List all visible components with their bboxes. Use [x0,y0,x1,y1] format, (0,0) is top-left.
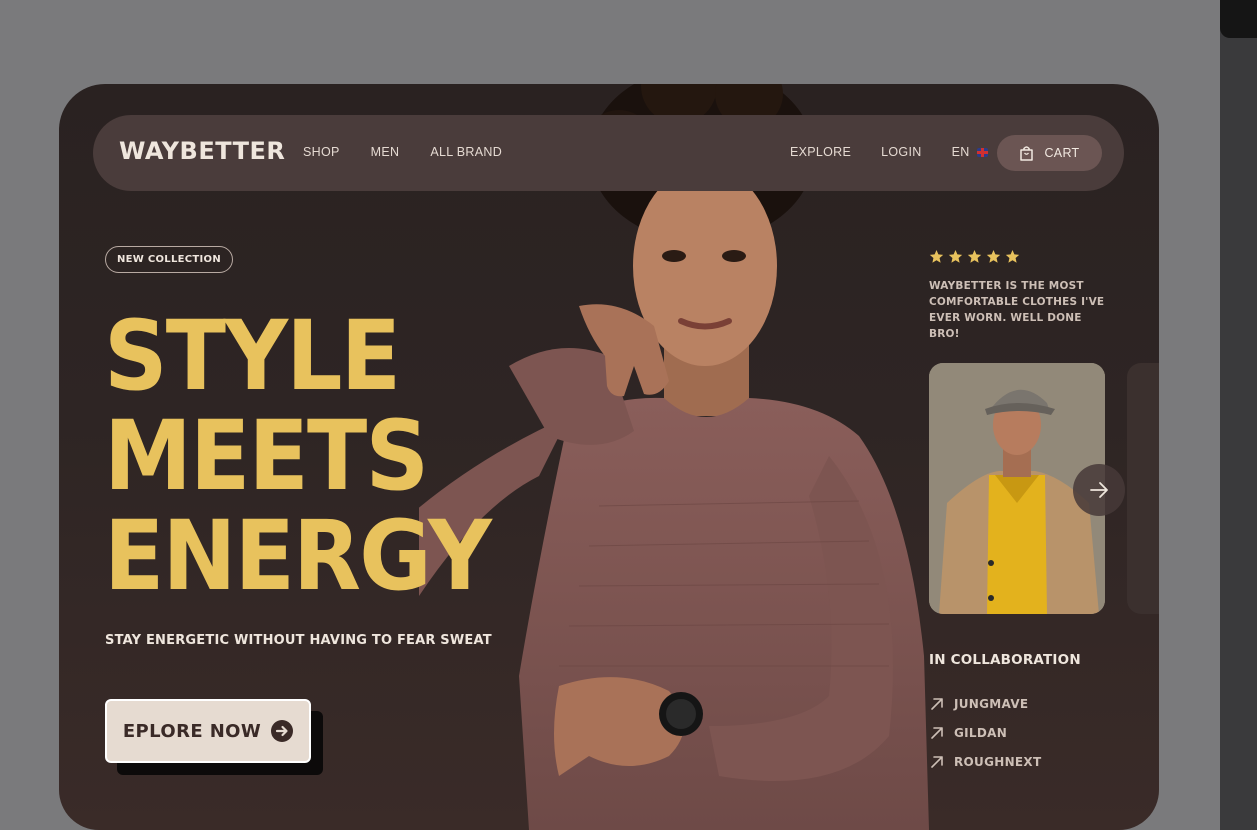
next-thumbnail-peek[interactable] [1127,363,1159,614]
hero-model-image [419,84,929,830]
side-panel [1220,0,1257,830]
hero-headline: STYLE MEETS ENERGY [104,300,492,612]
hero-card: WAYBETTER SHOP MEN ALL BRAND EXPLORE LOG… [59,84,1159,830]
uk-flag-icon [976,147,988,157]
collab-label: JUNGMAVE [954,696,1029,711]
collab-item-roughnext[interactable]: ROUGHNEXT [929,747,1041,776]
star-icon [1005,249,1020,263]
nav-left-links: SHOP MEN ALL BRAND [303,145,502,159]
arrow-up-right-icon [931,755,943,768]
new-collection-badge: NEW COLLECTION [105,246,233,273]
collab-label: GILDAN [954,725,1008,740]
collaboration-list: JUNGMAVE GILDAN ROUGHNEXT [929,689,1041,776]
explore-now-button[interactable]: EPLORE NOW [105,699,311,763]
language-label: EN [951,145,970,159]
cart-label: CART [1044,146,1080,160]
collab-label: ROUGHNEXT [954,754,1042,769]
collab-item-gildan[interactable]: GILDAN [929,718,1041,747]
nav-right-links: EXPLORE LOGIN EN [790,145,988,159]
nav-link-all-brand[interactable]: ALL BRAND [430,145,502,159]
collab-item-jungmave[interactable]: JUNGMAVE [929,689,1041,718]
collaboration-title: IN COLLABORATION [929,652,1081,668]
language-selector[interactable]: EN [952,145,988,159]
nav-link-shop[interactable]: SHOP [303,145,340,159]
rating-stars [929,249,1020,264]
arrow-up-right-icon [931,697,943,710]
side-panel-cap [1220,0,1257,38]
shopping-bag-icon [1020,146,1034,161]
carousel-next-button[interactable] [1073,464,1125,516]
star-icon [986,249,1001,263]
nav-link-login[interactable]: LOGIN [881,145,921,159]
star-icon [967,249,982,263]
arrow-up-right-icon [931,726,943,739]
brand-logo[interactable]: WAYBETTER [119,137,285,165]
explore-now-label: EPLORE NOW [122,720,262,742]
star-icon [929,249,944,263]
headline-line-1: STYLE [104,300,401,412]
cart-button[interactable]: CART [997,135,1102,171]
top-navbar: WAYBETTER SHOP MEN ALL BRAND EXPLORE LOG… [93,115,1124,191]
headline-line-2: MEETS [104,400,429,512]
star-icon [948,249,963,263]
review-quote: WAYBETTER IS THE MOST COMFORTABLE CLOTHE… [929,280,1105,340]
nav-link-men[interactable]: MEN [371,145,400,159]
nav-link-explore[interactable]: EXPLORE [790,145,851,159]
arrow-right-circle-icon [271,720,294,742]
arrow-right-icon [1090,482,1108,498]
headline-line-3: ENERGY [104,500,492,612]
hero-subline: STAY ENERGETIC WITHOUT HAVING TO FEAR SW… [105,633,492,648]
